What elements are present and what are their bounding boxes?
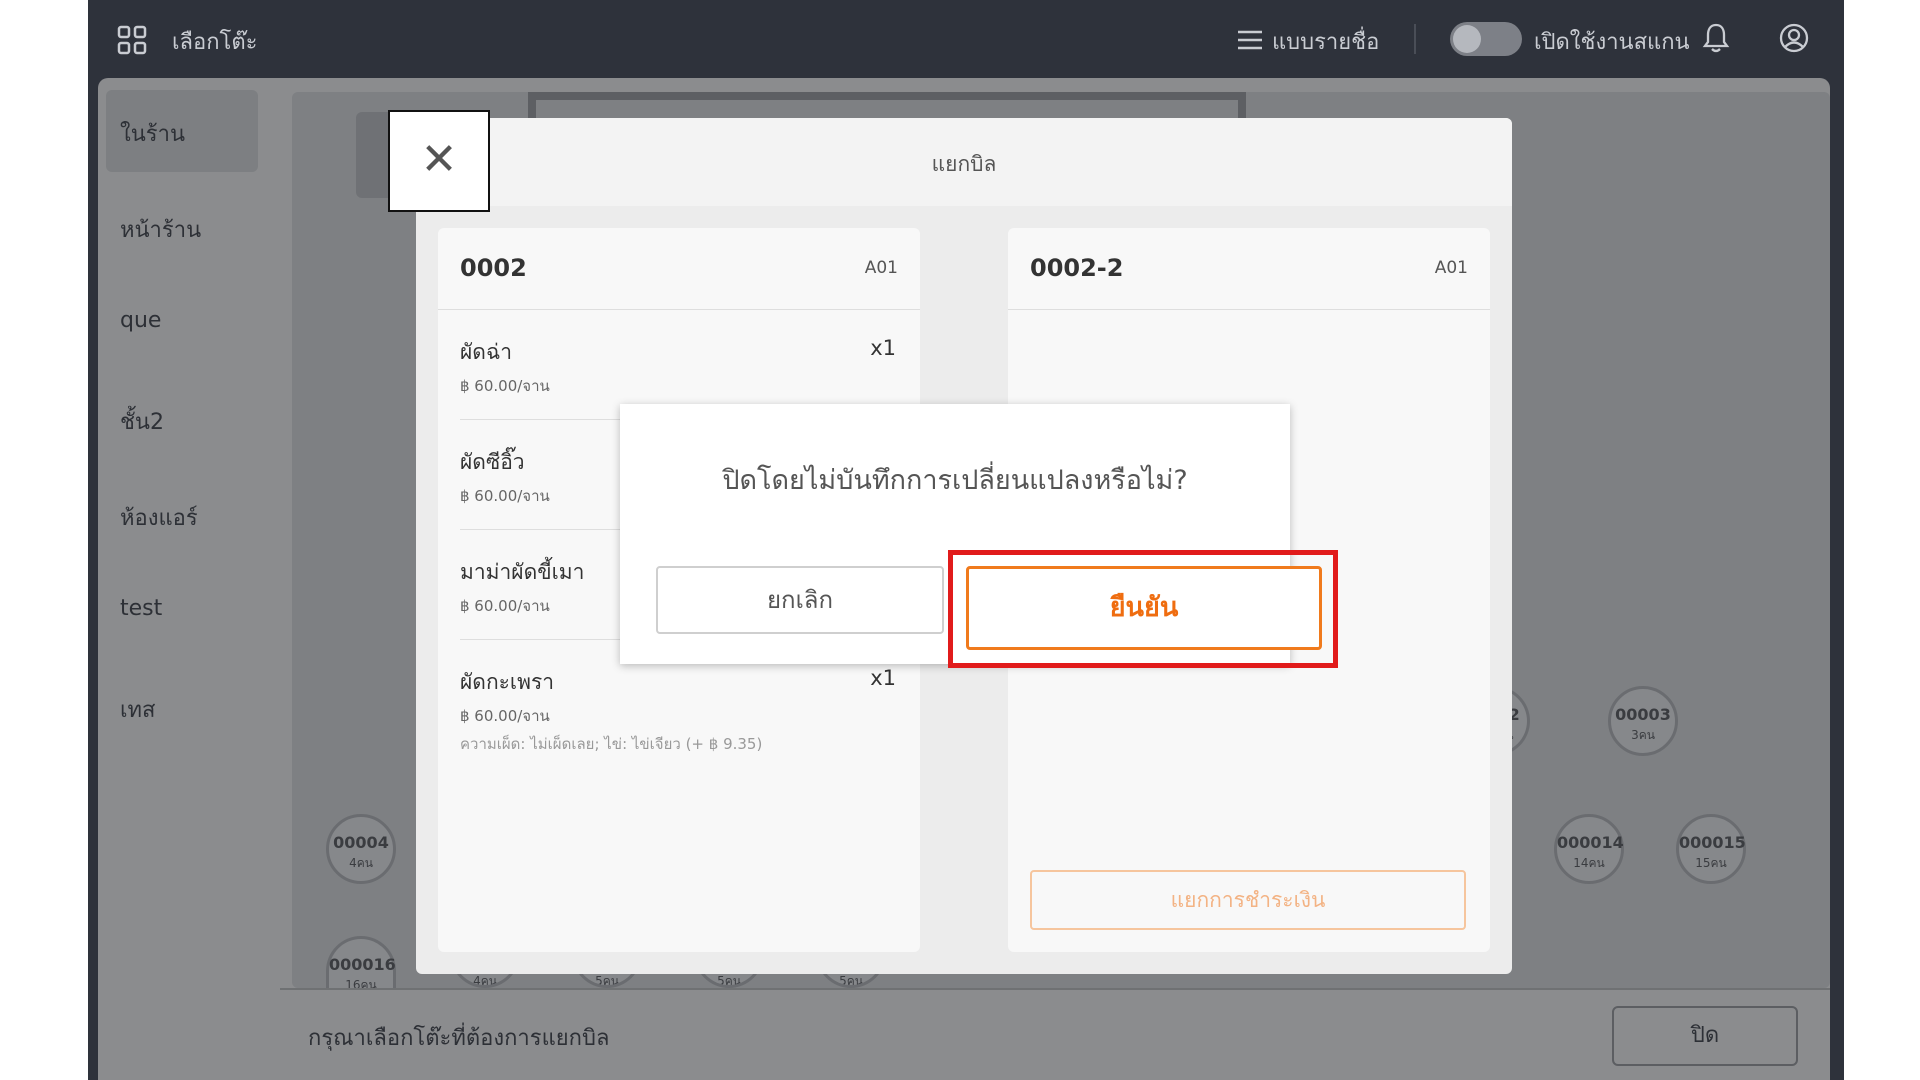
table-capacity: 3คน bbox=[1631, 728, 1655, 742]
modal-title: แยกบิล bbox=[931, 152, 997, 176]
item-options-note: ความเผ็ด: ไม่เผ็ดเลย; ไข่: ไข่เจียว (+ ฿… bbox=[460, 735, 763, 753]
table-capacity: 15คน bbox=[1695, 856, 1727, 870]
divider bbox=[1414, 24, 1416, 54]
sidebar-item-thes[interactable]: เทส bbox=[106, 666, 258, 748]
table-name: 00004 bbox=[333, 833, 389, 852]
table-name: 00003 bbox=[1615, 705, 1671, 724]
sidebar: ในร้าน หน้าร้าน que ชั้น2 ห้องแอร์ test … bbox=[98, 78, 274, 988]
item-price: ฿ 60.00/จาน bbox=[460, 597, 550, 615]
item-price: ฿ 60.00/จาน bbox=[460, 377, 550, 395]
item-name: ผัดกะเพรา bbox=[460, 670, 555, 694]
card-header: 0002-2 A01 bbox=[1008, 228, 1490, 310]
sidebar-item-label: que bbox=[120, 308, 162, 333]
bill-number: 0002-2 bbox=[1030, 254, 1124, 282]
scan-toggle[interactable] bbox=[1450, 22, 1522, 56]
table-item[interactable]: 00004 4คน bbox=[326, 814, 396, 884]
bottom-hint-text: กรุณาเลือกโต๊ะที่ต้องการแยกบิล bbox=[308, 1026, 610, 1051]
table-capacity: 14คน bbox=[1573, 856, 1605, 870]
item-price: ฿ 60.00/จาน bbox=[460, 707, 550, 725]
table-name: 000014 bbox=[1557, 833, 1624, 852]
item-price: ฿ 60.00/จาน bbox=[460, 487, 550, 505]
sidebar-item-test[interactable]: test bbox=[106, 570, 258, 652]
grid-icon[interactable] bbox=[116, 24, 148, 56]
toggle-knob bbox=[1453, 25, 1481, 53]
sidebar-item-label: หน้าร้าน bbox=[120, 218, 202, 243]
item-name: มาม่าผัดขี้เมา bbox=[460, 560, 585, 584]
scan-toggle-label: เปิดใช้งานสแกน bbox=[1534, 30, 1690, 55]
table-item[interactable]: 000015 15คน bbox=[1676, 814, 1746, 884]
card-header: 0002 A01 bbox=[438, 228, 920, 310]
top-bar: เลือกโต๊ะ แบบรายชื่อ เปิดใช้งานสแกน bbox=[88, 0, 1844, 78]
confirm-button[interactable]: ยืนยัน bbox=[966, 566, 1322, 650]
sidebar-item-label: ในร้าน bbox=[120, 122, 185, 147]
sidebar-item-front-store[interactable]: หน้าร้าน bbox=[106, 186, 258, 268]
sidebar-item-floor2[interactable]: ชั้น2 bbox=[106, 378, 258, 460]
table-capacity: 4คน bbox=[349, 856, 373, 870]
cancel-button[interactable]: ยกเลิก bbox=[656, 566, 944, 634]
table-name: 000016 bbox=[329, 955, 396, 974]
bill-number: 0002 bbox=[460, 254, 527, 282]
table-item[interactable]: 00003 3คน bbox=[1608, 686, 1678, 756]
sidebar-item-in-store[interactable]: ในร้าน bbox=[106, 90, 258, 172]
list-view-button[interactable]: แบบรายชื่อ bbox=[1272, 24, 1379, 59]
close-button[interactable]: ปิด bbox=[1612, 1006, 1798, 1066]
bell-icon[interactable] bbox=[1702, 22, 1730, 54]
sidebar-item-que[interactable]: que bbox=[106, 282, 258, 364]
item-qty: x1 bbox=[870, 336, 896, 360]
table-code: A01 bbox=[864, 258, 898, 278]
sidebar-item-label: ชั้น2 bbox=[120, 410, 164, 435]
table-item[interactable]: 000014 14คน bbox=[1554, 814, 1624, 884]
item-name: ผัดฉ่า bbox=[460, 340, 513, 364]
item-qty: x1 bbox=[870, 666, 896, 690]
list-icon[interactable] bbox=[1236, 26, 1264, 54]
floor-wall bbox=[528, 92, 1246, 120]
dialog-question: ปิดโดยไม่บันทึกการเปลี่ยนแปลงหรือไม่? bbox=[722, 465, 1188, 496]
sidebar-item-ac-room[interactable]: ห้องแอร์ bbox=[106, 474, 258, 556]
sidebar-item-label: test bbox=[120, 596, 163, 621]
item-name: ผัดซีอิ๊ว bbox=[460, 450, 525, 474]
split-payment-button[interactable]: แยกการชำระเงิน bbox=[1030, 870, 1466, 930]
table-code: A01 bbox=[1434, 258, 1468, 278]
page-title: เลือกโต๊ะ bbox=[172, 30, 258, 55]
sidebar-item-label: ห้องแอร์ bbox=[120, 506, 198, 531]
user-icon[interactable] bbox=[1778, 22, 1810, 54]
modal-close-button[interactable]: ✕ bbox=[388, 110, 490, 212]
table-name: 000015 bbox=[1679, 833, 1746, 852]
close-icon: ✕ bbox=[420, 134, 458, 185]
sidebar-item-label: เทส bbox=[120, 698, 156, 723]
